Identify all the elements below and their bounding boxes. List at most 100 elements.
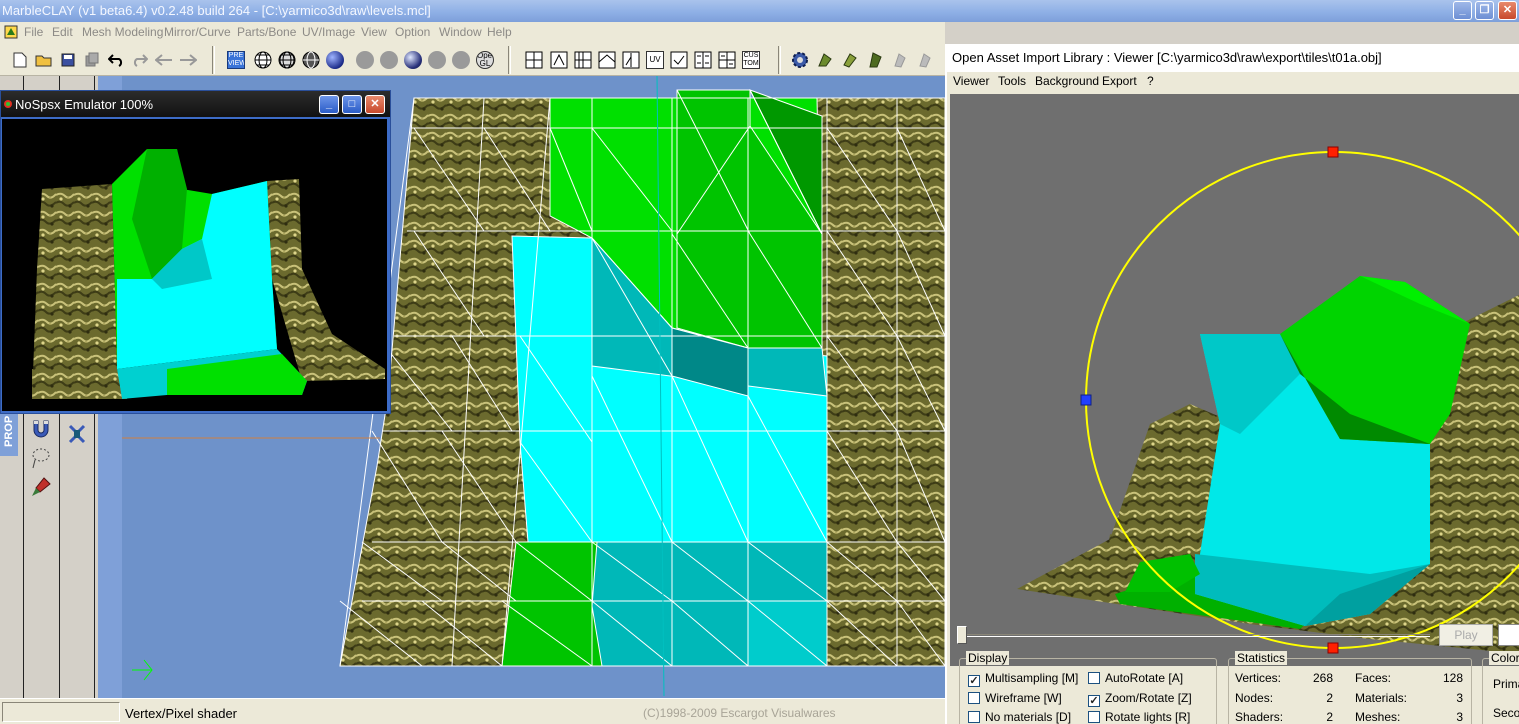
uv-view-button[interactable]: UV	[645, 50, 665, 70]
open-folder-icon[interactable]	[34, 50, 54, 70]
globe-solid-wire-icon[interactable]	[301, 50, 321, 70]
split-view-2-icon[interactable]	[717, 50, 737, 70]
save-icon[interactable]	[58, 50, 78, 70]
globe-wire-icon[interactable]	[253, 50, 273, 70]
primary-color-label[interactable]: Prima	[1493, 677, 1519, 691]
quad-view-icon[interactable]	[573, 50, 593, 70]
multisampling-checkbox[interactable]: ✓ Multisampling [M]	[968, 671, 1078, 687]
desktop: MarbleCLAY (v1 beta6.4) v0.2.48 build 26…	[0, 0, 1519, 724]
redo-icon[interactable]	[130, 50, 150, 70]
menu-help[interactable]: Help	[487, 25, 512, 39]
sphere-shaded-icon[interactable]	[325, 50, 345, 70]
sphere-gray-4-icon[interactable]	[451, 50, 471, 70]
bone-tool-3-icon[interactable]	[865, 50, 885, 70]
menu-mirror-curve[interactable]: Mirror/Curve	[164, 25, 231, 39]
assimp-menu-viewer[interactable]: Viewer	[953, 74, 989, 88]
emulator-maximize-button[interactable]: □	[342, 95, 362, 114]
shaders-label: Shaders:	[1235, 710, 1284, 724]
menu-parts-bone[interactable]: Parts/Bone	[237, 25, 296, 39]
assimp-menu-tools[interactable]: Tools	[998, 74, 1026, 88]
split-view-1-icon[interactable]	[693, 50, 713, 70]
assimp-menu-background[interactable]: Background	[1035, 74, 1099, 88]
multisampling-check-icon: ✓	[968, 675, 980, 687]
menu-file[interactable]: File	[24, 25, 43, 39]
sphere-gray-3-icon[interactable]	[427, 50, 447, 70]
rotate-lights-label: Rotate lights [R]	[1105, 710, 1191, 724]
sphere-banded-icon[interactable]	[403, 50, 423, 70]
bone-tool-2-icon[interactable]	[840, 50, 860, 70]
opengl-label: Open GL	[476, 51, 494, 69]
assimp-window-title: Open Asset Import Library : Viewer [C:\y…	[952, 50, 1382, 65]
animation-slider-thumb[interactable]	[957, 626, 967, 644]
autorotate-check-icon	[1088, 672, 1100, 684]
assimp-render-view[interactable]	[950, 94, 1519, 666]
emulator-window[interactable]: NoSpsx Emulator 100% _ □ ✕	[0, 90, 391, 414]
arrows-tool-icon[interactable]	[66, 422, 88, 446]
no-materials-checkbox[interactable]: No materials [D]	[968, 710, 1071, 724]
play-button[interactable]: Play	[1439, 624, 1493, 646]
grid-view-icon[interactable]	[524, 50, 544, 70]
restore-button[interactable]: ❐	[1475, 1, 1494, 20]
vertices-value: 268	[1312, 671, 1333, 685]
front-view-icon[interactable]	[549, 50, 569, 70]
colors-group-label: Colors	[1489, 651, 1519, 665]
gear-icon[interactable]	[790, 50, 810, 70]
multisampling-label: Multisampling [M]	[985, 671, 1079, 685]
lasso-icon[interactable]	[30, 446, 52, 470]
globe-wire-dense-icon[interactable]	[277, 50, 297, 70]
menu-bar: File Edit Mesh Modeling Mirror/Curve Par…	[0, 22, 945, 42]
statistics-group: Statistics Vertices: 268 Faces: 128 Node…	[1228, 651, 1472, 724]
custom-view-button[interactable]: CUS TOM	[741, 50, 761, 70]
arrow-left-icon[interactable]	[154, 50, 174, 70]
emulator-close-button[interactable]: ✕	[365, 95, 385, 114]
menu-view[interactable]: View	[361, 25, 387, 39]
magnet-icon[interactable]	[30, 418, 52, 440]
toolbar-separator	[508, 46, 511, 74]
wireframe-checkbox[interactable]: Wireframe [W]	[968, 691, 1062, 705]
rotate-lights-checkbox[interactable]: Rotate lights [R]	[1088, 710, 1190, 724]
emulator-title: NoSpsx Emulator 100%	[15, 97, 154, 112]
bone-tool-5-icon[interactable]	[915, 50, 935, 70]
emulator-minimize-button[interactable]: _	[319, 95, 339, 114]
frame-field[interactable]	[1498, 624, 1519, 646]
preview-button[interactable]: PRE VIEW	[226, 50, 246, 70]
zoom-rotate-checkbox[interactable]: ✓ Zoom/Rotate [Z]	[1088, 691, 1192, 707]
top-view-icon[interactable]	[597, 50, 617, 70]
sphere-gray-1-icon[interactable]	[355, 50, 375, 70]
arrow-right-icon[interactable]	[178, 50, 198, 70]
side-view-icon[interactable]	[621, 50, 641, 70]
opengl-button[interactable]: Open GL	[475, 50, 495, 70]
assimp-menu-export[interactable]: Export	[1102, 74, 1137, 88]
sphere-gray-2-icon[interactable]	[379, 50, 399, 70]
statistics-group-label: Statistics	[1235, 651, 1288, 665]
bone-tool-4-icon[interactable]	[890, 50, 910, 70]
no-materials-check-icon	[968, 711, 980, 723]
emulator-title-bar: NoSpsx Emulator 100% _ □ ✕	[1, 91, 390, 117]
menu-option[interactable]: Option	[395, 25, 430, 39]
undo-icon[interactable]	[106, 50, 126, 70]
minimize-button[interactable]: _	[1453, 1, 1472, 20]
menu-edit[interactable]: Edit	[52, 25, 73, 39]
paint-brush-icon[interactable]	[30, 476, 52, 498]
wireframe-label: Wireframe [W]	[985, 691, 1062, 705]
vertices-label: Vertices:	[1235, 671, 1282, 685]
secondary-color-label[interactable]: Seco	[1493, 706, 1519, 720]
zoom-rotate-label: Zoom/Rotate [Z]	[1105, 691, 1192, 705]
bone-tool-1-icon[interactable]	[815, 50, 835, 70]
assimp-menu-help[interactable]: ?	[1147, 74, 1154, 88]
faces-label: Faces:	[1355, 671, 1392, 685]
check-view-icon[interactable]	[669, 50, 689, 70]
autorotate-checkbox[interactable]: AutoRotate [A]	[1088, 671, 1183, 685]
status-cell	[2, 702, 120, 722]
assimp-viewer-window[interactable]: Open Asset Import Library : Viewer [C:\y…	[945, 44, 1519, 724]
app-icon[interactable]	[4, 25, 18, 39]
menu-window[interactable]: Window	[439, 25, 482, 39]
close-button[interactable]: ✕	[1498, 1, 1517, 20]
autorotate-label: AutoRotate [A]	[1105, 671, 1184, 685]
menu-mesh-modeling[interactable]: Mesh Modeling	[82, 25, 163, 39]
materials-label: Materials:	[1355, 691, 1408, 705]
new-file-icon[interactable]	[10, 50, 30, 70]
no-materials-label: No materials [D]	[985, 710, 1072, 724]
copy-icon[interactable]	[82, 50, 102, 70]
menu-uv-image[interactable]: UV/Image	[302, 25, 355, 39]
